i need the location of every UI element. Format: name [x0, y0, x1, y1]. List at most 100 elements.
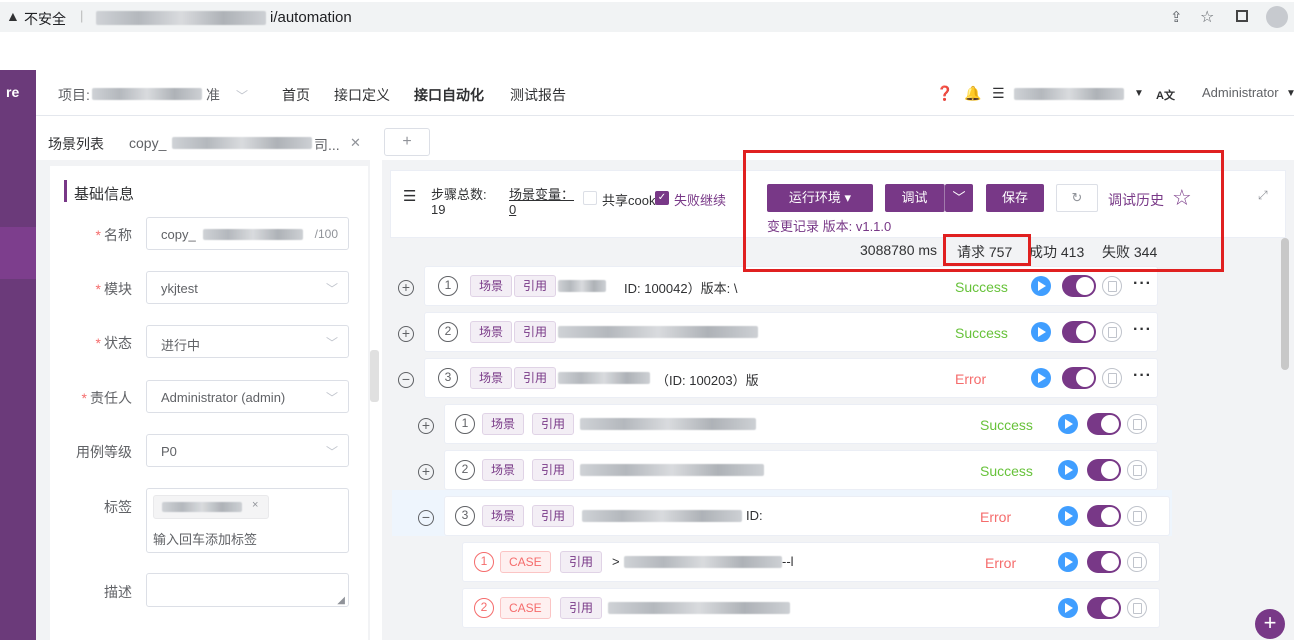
play-icon[interactable]: [1031, 322, 1051, 342]
profile-avatar-icon[interactable]: [1266, 6, 1288, 28]
current-tab-title[interactable]: copy_: [129, 135, 166, 151]
expand-icon[interactable]: +: [398, 326, 414, 342]
share-cookie-checkbox[interactable]: [583, 191, 597, 205]
enable-toggle[interactable]: [1087, 413, 1121, 435]
copy-icon[interactable]: [1127, 460, 1147, 480]
step-ref-tag: 引用: [532, 459, 575, 481]
step-text: ID: 100042）版本: \: [624, 281, 738, 296]
copy-icon[interactable]: [1127, 414, 1147, 434]
language-icon[interactable]: A文: [1156, 87, 1175, 103]
tag-label: 标签: [104, 499, 132, 515]
chevron-down-icon: ﹀: [325, 336, 338, 350]
fail-continue-label: 失败继续: [674, 193, 727, 208]
chevron-down-icon[interactable]: ﹀: [236, 87, 248, 104]
copy-icon[interactable]: [1127, 506, 1147, 526]
more-icon[interactable]: ···: [1133, 367, 1152, 385]
step-type-tag: 场景: [470, 367, 513, 389]
enable-toggle[interactable]: [1062, 321, 1096, 343]
enable-toggle[interactable]: [1062, 275, 1096, 297]
redacted-url: [96, 11, 266, 25]
owner-label: * 责任人: [81, 390, 132, 406]
step-number: 2: [455, 460, 475, 480]
redacted-step-name: [582, 510, 742, 522]
expand-icon[interactable]: +: [398, 280, 414, 296]
copy-icon[interactable]: [1102, 368, 1122, 388]
tag-close-icon[interactable]: ×: [252, 499, 258, 511]
play-icon[interactable]: [1058, 506, 1078, 526]
tag-input[interactable]: × 输入回车添加标签: [146, 488, 349, 553]
scene-variables[interactable]: 场景变量： 0: [509, 187, 574, 217]
step-status: Success: [980, 417, 1033, 433]
play-icon[interactable]: [1058, 598, 1078, 618]
help-icon[interactable]: ❓: [936, 85, 953, 102]
enable-toggle[interactable]: [1087, 459, 1121, 481]
user-name[interactable]: Administrator: [1202, 85, 1279, 100]
desc-textarea[interactable]: ◢: [146, 573, 349, 607]
collapse-icon[interactable]: −: [398, 372, 414, 388]
play-icon[interactable]: [1058, 552, 1078, 572]
enable-toggle[interactable]: [1087, 505, 1121, 527]
expand-icon[interactable]: +: [418, 464, 434, 480]
browser-address-bar: ▲ 不安全 | i/automation ⇪ ☆: [0, 0, 1294, 34]
fail-continue-checkbox[interactable]: ✓: [655, 191, 669, 205]
project-label: 项目:: [58, 87, 90, 103]
name-input[interactable]: copy_ /100: [146, 217, 349, 250]
step-ref-tag: 引用: [532, 413, 575, 435]
chevron-down-icon: ﹀: [325, 445, 338, 459]
close-tab-icon[interactable]: ✕: [350, 135, 361, 151]
bookmark-star-icon[interactable]: ☆: [1200, 7, 1214, 27]
share-cookie-label: 共享cook: [602, 193, 656, 208]
step-type-tag: 场景: [482, 413, 525, 435]
copy-icon[interactable]: [1102, 322, 1122, 342]
caret-down-icon[interactable]: ▼: [1134, 88, 1144, 99]
section-title: 基础信息: [74, 186, 135, 203]
copy-icon[interactable]: [1102, 276, 1122, 296]
nav-test-report[interactable]: 测试报告: [510, 85, 566, 105]
play-icon[interactable]: [1058, 414, 1078, 434]
step-number: 1: [455, 414, 475, 434]
enable-toggle[interactable]: [1087, 597, 1121, 619]
step-type-tag: CASE: [500, 551, 551, 573]
sidepanel-icon[interactable]: [1236, 10, 1248, 22]
scene-list-tab[interactable]: 场景列表: [48, 134, 104, 154]
collapse-icon[interactable]: −: [418, 510, 434, 526]
share-icon[interactable]: ⇪: [1170, 8, 1183, 26]
nav-home[interactable]: 首页: [282, 85, 310, 105]
copy-icon[interactable]: [1127, 598, 1147, 618]
level-label: 用例等级: [76, 444, 132, 460]
menu-icon[interactable]: ☰: [403, 187, 416, 205]
enable-toggle[interactable]: [1087, 551, 1121, 573]
more-icon[interactable]: ···: [1133, 275, 1152, 293]
redacted-tab-name: [172, 137, 312, 149]
panel-splitter[interactable]: [370, 350, 379, 402]
more-icon[interactable]: ···: [1133, 321, 1152, 339]
nav-api-definition[interactable]: 接口定义: [334, 85, 390, 105]
list-icon[interactable]: ☰: [992, 85, 1005, 102]
add-step-fab[interactable]: +: [1255, 609, 1285, 639]
play-icon[interactable]: [1058, 460, 1078, 480]
top-navbar: 项目: 准 ﹀ 首页 接口定义 接口自动化 测试报告 ❓ 🔔 ☰ ▼ A文 Ad…: [36, 70, 1294, 119]
level-select[interactable]: P0 ﹀: [146, 434, 349, 467]
module-select[interactable]: ykjtest ﹀: [146, 271, 349, 304]
step-number: 1: [438, 276, 458, 296]
play-icon[interactable]: [1031, 276, 1051, 296]
nav-api-automation[interactable]: 接口自动化: [414, 85, 484, 119]
user-caret-icon[interactable]: ▼: [1286, 88, 1294, 99]
step-number: 1: [474, 552, 494, 572]
fullscreen-icon[interactable]: ⤢: [1258, 188, 1268, 203]
desc-label: 描述: [104, 584, 132, 600]
expand-icon[interactable]: +: [418, 418, 434, 434]
play-icon[interactable]: [1031, 368, 1051, 388]
enable-toggle[interactable]: [1062, 367, 1096, 389]
url-bar[interactable]: ▲ 不安全 | i/automation ⇪ ☆: [0, 2, 1294, 32]
security-label: 不安全: [24, 11, 66, 27]
url-divider: |: [80, 8, 84, 23]
section-marker: [64, 180, 67, 202]
scrollbar-thumb[interactable]: [1281, 238, 1289, 370]
bell-icon[interactable]: 🔔: [964, 85, 981, 102]
owner-select[interactable]: Administrator (admin) ﹀: [146, 380, 349, 413]
copy-icon[interactable]: [1127, 552, 1147, 572]
add-tab-button[interactable]: +: [384, 128, 430, 156]
step-ref-tag: 引用: [514, 321, 557, 343]
status-select[interactable]: 进行中 ﹀: [146, 325, 349, 358]
